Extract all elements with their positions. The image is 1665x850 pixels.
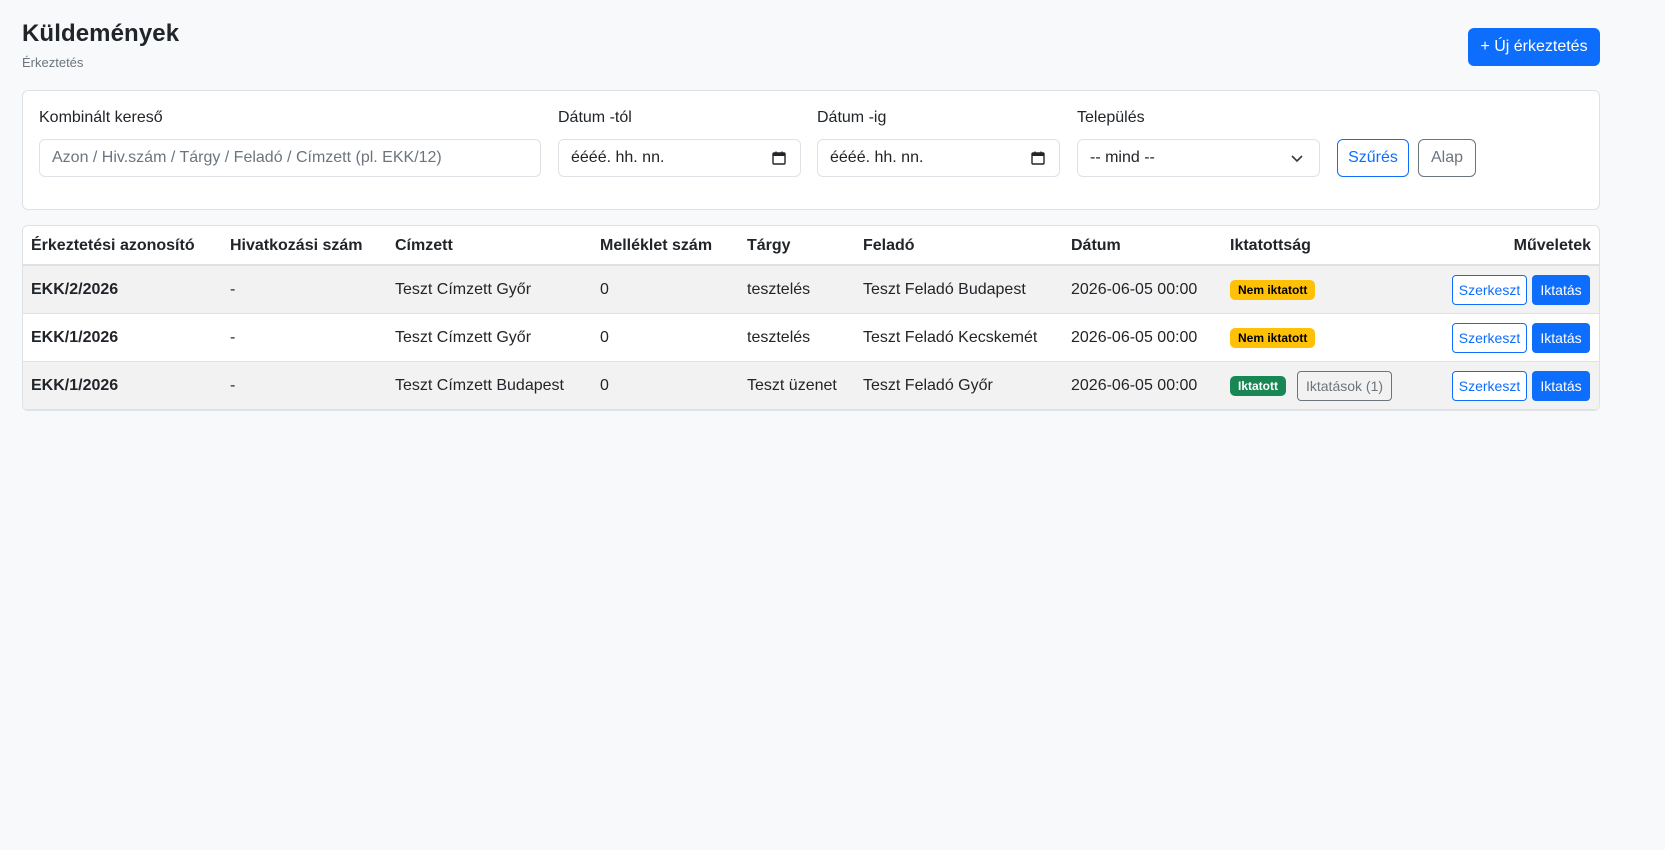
edit-button[interactable]: Szerkeszt	[1452, 275, 1527, 305]
page-subtitle: Érkeztetés	[22, 55, 84, 70]
settlement-value: -- mind --	[1090, 149, 1155, 166]
status-badge: Nem iktatott	[1230, 328, 1316, 348]
filter-panel: Kombinált kereső Azon / Hiv.szám / Tárgy…	[22, 90, 1600, 210]
cell-id: EKK/1/2026	[31, 329, 119, 346]
column-header-recipient: Címzett	[395, 237, 453, 254]
page: Küldemények Érkeztetés + Új érkeztetés K…	[22, 0, 1600, 411]
chevron-down-icon	[1291, 155, 1303, 163]
cell-subject: Teszt üzenet	[747, 377, 837, 394]
table-row: EKK/2/2026 - Teszt Címzett Győr 0 teszte…	[23, 266, 1599, 314]
column-header-subject: Tárgy	[747, 237, 791, 254]
calendar-icon[interactable]	[772, 151, 786, 165]
cell-date: 2026-06-05 00:00	[1071, 329, 1198, 346]
table-header: Érkeztetési azonosító Hivatkozási szám C…	[23, 226, 1599, 266]
cell-recipient: Teszt Címzett Győr	[395, 281, 532, 298]
table-row: EKK/1/2026 - Teszt Címzett Budapest 0 Te…	[23, 362, 1599, 410]
date-from-value: éééé. hh. nn.	[571, 149, 665, 166]
cell-sender: Teszt Feladó Kecskemét	[863, 329, 1038, 346]
cell-recipient: Teszt Címzett Győr	[395, 329, 532, 346]
cell-attachments: 0	[600, 377, 609, 394]
file-button[interactable]: Iktatás	[1532, 323, 1590, 353]
shipments-table: Érkeztetési azonosító Hivatkozási szám C…	[22, 225, 1600, 411]
status-badge: Iktatott	[1230, 376, 1286, 396]
cell-ref: -	[230, 377, 236, 394]
cell-ref: -	[230, 329, 236, 346]
cell-date: 2026-06-05 00:00	[1071, 281, 1198, 298]
search-placeholder: Azon / Hiv.szám / Tárgy / Feladó / Címze…	[52, 149, 442, 166]
new-registration-button[interactable]: + Új érkeztetés	[1468, 28, 1600, 66]
cell-sender: Teszt Feladó Győr	[863, 377, 993, 394]
settlement-select[interactable]: -- mind --	[1077, 139, 1320, 177]
cell-sender: Teszt Feladó Budapest	[863, 281, 1026, 298]
calendar-icon[interactable]	[1031, 151, 1045, 165]
page-title: Küldemények	[22, 20, 180, 47]
date-to-label: Dátum -ig	[817, 109, 887, 126]
column-header-attachments: Melléklet szám	[600, 237, 713, 254]
cell-recipient: Teszt Címzett Budapest	[395, 377, 564, 394]
column-header-ref: Hivatkozási szám	[230, 237, 363, 254]
cell-date: 2026-06-05 00:00	[1071, 377, 1198, 394]
date-from-field[interactable]: éééé. hh. nn.	[558, 139, 801, 177]
column-header-date: Dátum	[1071, 237, 1121, 254]
date-from-label: Dátum -tól	[558, 109, 632, 126]
page-header: Küldemények Érkeztetés + Új érkeztetés	[22, 0, 1600, 90]
cell-attachments: 0	[600, 281, 609, 298]
search-input[interactable]: Azon / Hiv.szám / Tárgy / Feladó / Címze…	[39, 139, 541, 177]
status-badge: Nem iktatott	[1230, 280, 1316, 300]
cell-subject: tesztelés	[747, 329, 811, 346]
cell-id: EKK/1/2026	[31, 377, 119, 394]
date-to-value: éééé. hh. nn.	[830, 149, 924, 166]
cell-attachments: 0	[600, 329, 609, 346]
file-button[interactable]: Iktatás	[1532, 275, 1590, 305]
edit-button[interactable]: Szerkeszt	[1452, 323, 1527, 353]
edit-button[interactable]: Szerkeszt	[1452, 371, 1527, 401]
column-header-id: Érkeztetési azonosító	[31, 237, 195, 254]
column-header-status: Iktatottság	[1230, 237, 1311, 254]
search-label: Kombinált kereső	[39, 109, 163, 126]
cell-id: EKK/2/2026	[31, 281, 119, 298]
filter-button[interactable]: Szűrés	[1337, 139, 1409, 177]
cell-subject: tesztelés	[747, 281, 811, 298]
column-header-actions: Műveletek	[1513, 237, 1591, 254]
column-header-sender: Feladó	[863, 237, 915, 254]
settlement-label: Település	[1077, 109, 1145, 126]
cell-ref: -	[230, 281, 236, 298]
file-button[interactable]: Iktatás	[1532, 371, 1590, 401]
filings-button[interactable]: Iktatások (1)	[1297, 371, 1392, 401]
date-to-field[interactable]: éééé. hh. nn.	[817, 139, 1060, 177]
table-row: EKK/1/2026 - Teszt Címzett Győr 0 teszte…	[23, 314, 1599, 362]
reset-button[interactable]: Alap	[1418, 139, 1476, 177]
